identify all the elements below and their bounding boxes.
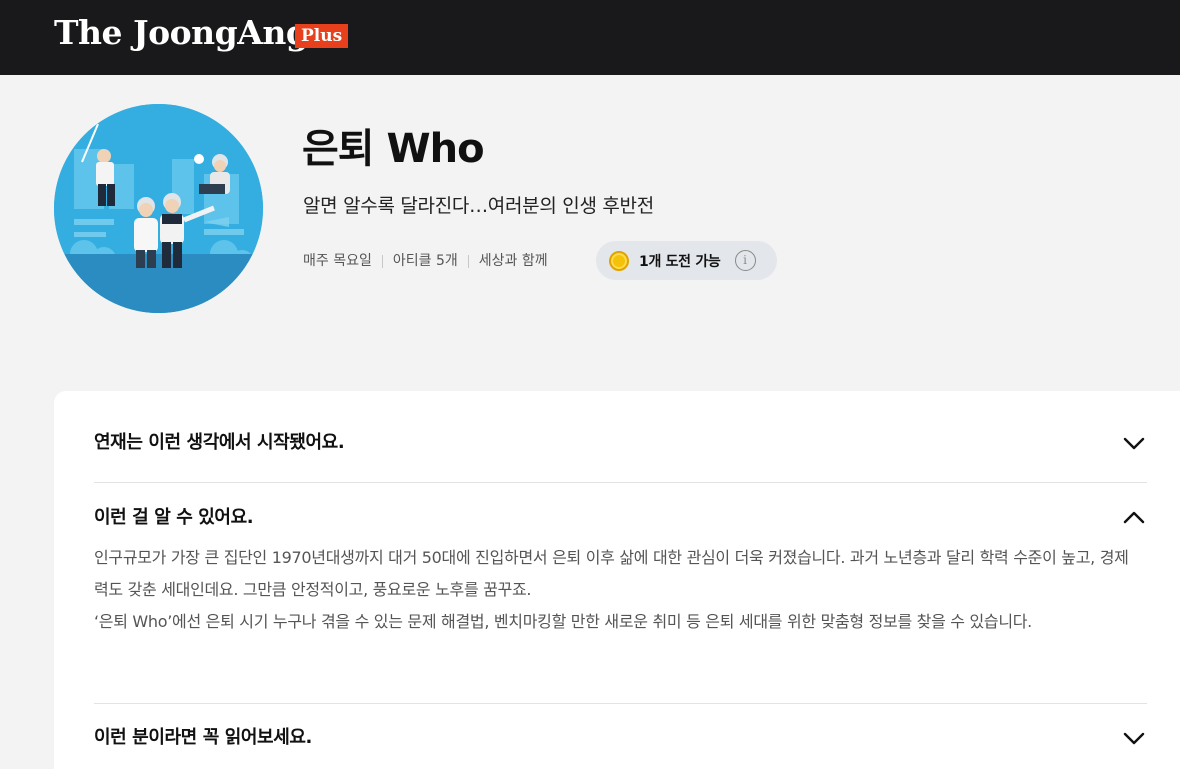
accordion-divider — [94, 482, 1147, 483]
series-subtitle: 알면 알수록 달라진다…여러분의 인생 후반전 — [303, 195, 654, 217]
meta-schedule: 매주 목요일 — [303, 253, 372, 269]
chevron-down-icon[interactable] — [1121, 725, 1147, 751]
accordion-title: 이런 분이라면 꼭 읽어보세요. — [94, 727, 312, 748]
series-intro-card: 연재는 이런 생각에서 시작됐어요. 이런 걸 알 수 있어요. 인구규모가 가… — [54, 391, 1180, 769]
coin-icon — [609, 250, 629, 271]
meta-divider — [381, 254, 383, 268]
accordion-header-audience[interactable]: 이런 분이라면 꼭 읽어보세요. — [94, 718, 1147, 758]
accordion-item-origin: 연재는 이런 생각에서 시작됐어요. — [94, 423, 1147, 463]
accordion-item-learn: 이런 걸 알 수 있어요. 인구규모가 가장 큰 집단인 1970년대생까지 대… — [94, 498, 1147, 638]
accordion-paragraph: 인구규모가 가장 큰 집단인 1970년대생까지 대거 50대에 진입하면서 은… — [94, 548, 1129, 599]
chevron-up-icon[interactable] — [1121, 505, 1147, 531]
meta-divider — [467, 254, 469, 268]
chevron-down-icon[interactable] — [1121, 430, 1147, 456]
accordion-header-learn[interactable]: 이런 걸 알 수 있어요. — [94, 498, 1147, 538]
accordion-item-audience: 이런 분이라면 꼭 읽어보세요. — [94, 718, 1147, 758]
series-illustration — [54, 104, 263, 313]
challenge-pill[interactable]: 1개 도전 가능 i — [596, 241, 777, 280]
accordion-title: 연재는 이런 생각에서 시작됐어요. — [94, 432, 345, 453]
series-meta: 매주 목요일 아티클 5개 세상과 함께 — [303, 250, 548, 272]
site-logo[interactable]: The JoongAng — [54, 13, 309, 53]
series-title: 은퇴 Who — [302, 126, 485, 172]
top-bar: The JoongAng Plus — [0, 0, 1180, 75]
meta-article-count: 아티클 5개 — [392, 253, 458, 269]
retirees-illustration-icon — [54, 104, 263, 313]
accordion-title: 이런 걸 알 수 있어요. — [94, 507, 254, 528]
plus-badge[interactable]: Plus — [295, 24, 349, 48]
info-icon[interactable]: i — [734, 250, 756, 271]
accordion-header-origin[interactable]: 연재는 이런 생각에서 시작됐어요. — [94, 423, 1147, 463]
accordion-paragraph: ‘은퇴 Who’에선 은퇴 시기 누구나 겪을 수 있는 문제 해결법, 벤치마… — [94, 612, 1032, 631]
challenge-label: 1개 도전 가능 — [639, 253, 721, 270]
accordion-body-learn: 인구규모가 가장 큰 집단인 1970년대생까지 대거 50대에 진입하면서 은… — [94, 542, 1134, 638]
meta-category: 세상과 함께 — [478, 253, 548, 269]
accordion-divider — [94, 703, 1147, 704]
